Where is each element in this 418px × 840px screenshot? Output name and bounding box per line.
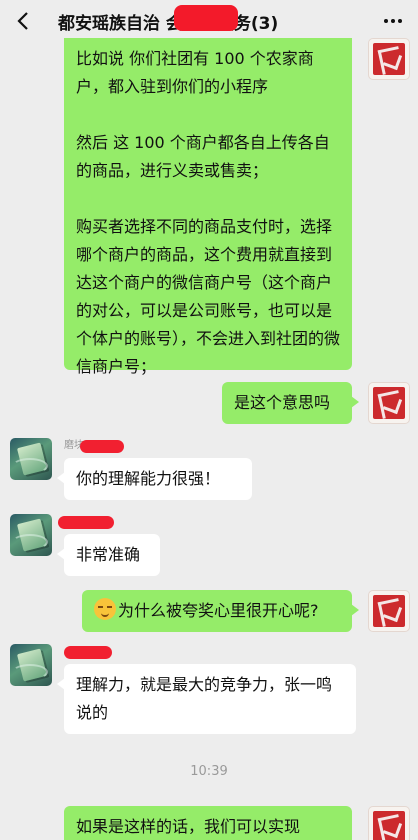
message-bubble-me[interactable]: 比如说 你们社团有 100 个农家商户，都入驻到你们的小程序 然后 这 100 … [64, 38, 352, 376]
chevron-left-icon [17, 12, 28, 30]
chat-header: 都安瑶族自治 会工作服务(3) [0, 0, 418, 42]
message-paragraph: 比如说 你们社团有 100 个农家商户，都入驻到你们的小程序 [76, 49, 314, 96]
more-button[interactable] [380, 8, 406, 34]
redaction-mark [174, 5, 238, 31]
avatar-me[interactable] [368, 382, 410, 424]
more-icon [384, 19, 388, 23]
avatar-other[interactable] [10, 438, 52, 480]
avatar-other[interactable] [10, 514, 52, 556]
redaction-mark [80, 440, 124, 453]
smiling-face-icon [94, 598, 116, 620]
message-paragraph: 购买者选择不同的商品支付时，选择哪个商户的商品，这个费用就直接到达这个商户的微信… [76, 217, 341, 376]
message-text: 是这个意思吗 [234, 393, 331, 412]
avatar-me[interactable] [368, 38, 410, 80]
seal-icon [373, 595, 405, 627]
message-text: 你的理解能力很强！ [76, 469, 221, 488]
message-bubble-other[interactable]: 非常准确 [57, 534, 160, 576]
seal-icon [373, 387, 405, 419]
message-bubble-other[interactable]: 你的理解能力很强！ [57, 458, 252, 500]
message-bubble-me[interactable]: 如果是这样的话，我们可以实现 [64, 806, 352, 840]
message-text: 为什么被夸奖心里很开心呢? [118, 601, 319, 620]
seal-icon [373, 43, 405, 75]
avatar-other[interactable] [10, 644, 52, 686]
message-bubble-me[interactable]: 为什么被夸奖心里很开心呢? [82, 590, 359, 632]
message-text: 理解力，就是最大的竞争力，张一鸣说的 [76, 675, 333, 722]
message-bubble-other[interactable]: 理解力，就是最大的竞争力，张一鸣说的 [57, 664, 356, 734]
message-text: 非常准确 [76, 545, 141, 564]
timestamp: 10:39 [190, 764, 228, 779]
redaction-mark [58, 516, 114, 529]
message-paragraph: 然后 这 100 个商户都各自上传各自的商品，进行义卖或售卖； [76, 133, 330, 180]
avatar-me[interactable] [368, 590, 410, 632]
back-button[interactable] [8, 6, 38, 36]
message-text: 如果是这样的话，我们可以实现 [76, 817, 301, 836]
redaction-mark [64, 646, 112, 659]
avatar-me[interactable] [368, 806, 410, 840]
message-bubble-me[interactable]: 是这个意思吗 [222, 382, 359, 424]
seal-icon [373, 811, 405, 840]
